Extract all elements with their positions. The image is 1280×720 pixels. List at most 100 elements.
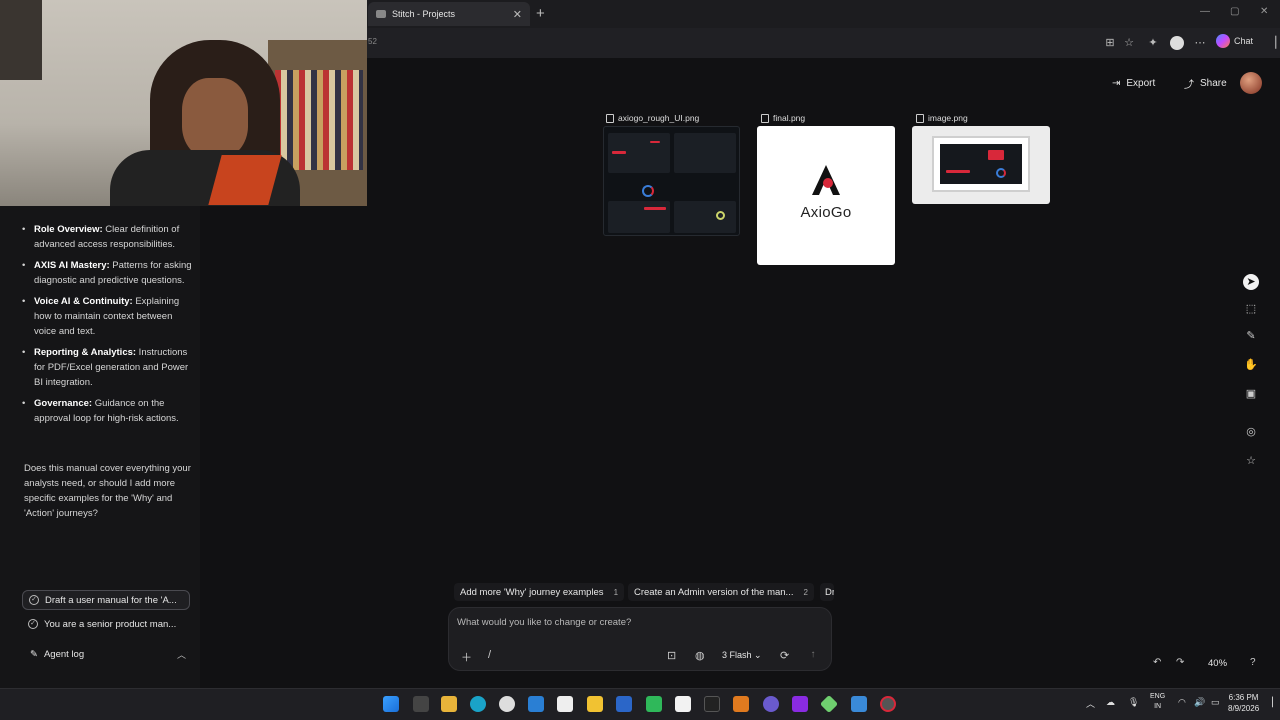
task-item-active[interactable]: ✓ Draft a user manual for the 'A... bbox=[22, 590, 190, 610]
chat-label: Chat bbox=[1234, 36, 1254, 46]
select-tool-icon[interactable]: ➤ bbox=[1243, 274, 1259, 290]
lang-code: ENG bbox=[1150, 693, 1166, 700]
bullet-title: Voice AI & Continuity: bbox=[34, 296, 133, 307]
chevron-up-icon: ︿ bbox=[176, 650, 186, 660]
sidebar-toggle-icon[interactable]: ▕ bbox=[1265, 36, 1279, 50]
wifi-icon[interactable]: ◠ bbox=[1178, 697, 1186, 708]
redo-icon[interactable]: ↷ bbox=[1176, 657, 1184, 668]
image-tool-icon[interactable]: ▣ bbox=[1243, 386, 1259, 402]
suggestion-chip[interactable]: Dr bbox=[820, 583, 834, 601]
mini-accent bbox=[644, 207, 666, 210]
zoom-level[interactable]: 40% bbox=[1208, 658, 1227, 669]
system-clock[interactable]: 6:36 PM 8/9/2026 bbox=[1228, 692, 1259, 714]
battery-icon[interactable]: ▭ bbox=[1211, 697, 1220, 708]
mini-panel bbox=[674, 133, 736, 173]
share-button[interactable]: ⤴ Share bbox=[1174, 72, 1237, 94]
closing-question: Does this manual cover everything your a… bbox=[24, 463, 191, 519]
undo-icon[interactable]: ↶ bbox=[1153, 657, 1161, 668]
task-item[interactable]: ✓ You are a senior product man... bbox=[22, 614, 190, 634]
tradingview-icon[interactable] bbox=[704, 696, 720, 712]
window-close-icon[interactable]: ✕ bbox=[1260, 6, 1268, 17]
app-orange-icon[interactable] bbox=[733, 696, 749, 712]
export-label: Export bbox=[1126, 77, 1156, 89]
power-bi-icon[interactable] bbox=[587, 696, 603, 712]
chrome-icon[interactable] bbox=[880, 696, 896, 712]
minimize-icon[interactable]: — bbox=[1200, 6, 1210, 17]
whatsapp-icon[interactable] bbox=[646, 696, 662, 712]
share-icon: ⤴ bbox=[1184, 79, 1194, 91]
tab-title: Stitch - Projects bbox=[392, 9, 456, 19]
tab-close-icon[interactable]: ✕ bbox=[513, 8, 522, 21]
screen: Stitch - Projects ✕ + — ▢ ✕ 52 ⊞ ☆ ✦ ⋯ C… bbox=[0, 0, 1280, 720]
suggestion-label: Dr bbox=[825, 586, 834, 598]
profile-icon[interactable] bbox=[1170, 36, 1184, 50]
file-label: axiogo_rough_UI.png bbox=[606, 113, 699, 123]
copilot-chat-button[interactable]: Chat bbox=[1216, 34, 1253, 48]
axiogo-logo-text: AxioGo bbox=[800, 204, 852, 221]
pencil-tool-icon[interactable]: ✎ bbox=[1243, 328, 1259, 344]
github-icon[interactable] bbox=[763, 696, 779, 712]
puzzle-icon[interactable]: ✦ bbox=[1146, 36, 1160, 50]
add-attachment-icon[interactable]: ＋ bbox=[461, 649, 472, 665]
task-view-icon[interactable] bbox=[413, 696, 429, 712]
model-label: 3 Flash bbox=[722, 650, 752, 660]
language-indicator[interactable]: ENG IN bbox=[1150, 692, 1165, 712]
app-blue-icon[interactable] bbox=[616, 696, 632, 712]
clock-time: 6:36 PM bbox=[1228, 693, 1259, 702]
agent-log-toggle[interactable]: ✎ Agent log ︿ bbox=[30, 648, 186, 661]
user-avatar[interactable] bbox=[1240, 72, 1262, 94]
layout-icon[interactable]: ⊡ bbox=[667, 649, 676, 662]
bullet-item: Reporting & Analytics: Instructions for … bbox=[20, 345, 192, 390]
tray-mic-icon[interactable]: 🎙 bbox=[1128, 697, 1139, 708]
send-button[interactable]: ↑ bbox=[806, 648, 820, 662]
frame-tool-icon[interactable]: ⬚ bbox=[1243, 301, 1259, 317]
palette-tool-icon[interactable]: ◎ bbox=[1243, 424, 1259, 440]
tray-onedrive-icon[interactable]: ☁ bbox=[1106, 697, 1115, 708]
address-bar-fragment[interactable]: 52 bbox=[368, 37, 377, 46]
mini-donut bbox=[716, 211, 725, 220]
palette-icon[interactable]: ◍ bbox=[695, 649, 705, 662]
new-tab-button[interactable]: + bbox=[536, 5, 545, 22]
volume-icon[interactable]: 🔊 bbox=[1194, 697, 1205, 708]
agent-log-label: Agent log bbox=[43, 649, 85, 660]
maximize-icon[interactable]: ▢ bbox=[1230, 6, 1239, 17]
canvas-image-final[interactable]: AxioGo bbox=[757, 126, 895, 265]
start-icon[interactable] bbox=[383, 696, 399, 712]
check-circle-icon: ✓ bbox=[29, 595, 39, 605]
star-tool-icon[interactable]: ☆ bbox=[1243, 453, 1259, 469]
app-purple-icon[interactable] bbox=[792, 696, 808, 712]
more-menu-icon[interactable]: ⋯ bbox=[1193, 36, 1207, 50]
bullet-item: Voice AI & Continuity: Explaining how to… bbox=[20, 294, 192, 339]
suggestion-chip[interactable]: Create an Admin version of the man... 2 bbox=[628, 583, 814, 601]
app-a-icon[interactable] bbox=[557, 696, 573, 712]
file-explorer-icon[interactable] bbox=[441, 696, 457, 712]
notifications-icon[interactable]: ▕ bbox=[1266, 697, 1273, 708]
bookmark-star-icon[interactable]: ☆ bbox=[1122, 36, 1136, 50]
hand-tool-icon[interactable]: ✋ bbox=[1243, 357, 1259, 373]
tray-chevron-icon[interactable]: ︿ bbox=[1086, 697, 1095, 710]
bullet-item: AXIS AI Mastery: Patterns for asking dia… bbox=[20, 258, 192, 288]
file-name: axiogo_rough_UI.png bbox=[618, 113, 700, 123]
extensions-icon[interactable]: ⊞ bbox=[1103, 36, 1117, 50]
notepad-icon[interactable] bbox=[851, 696, 867, 712]
axiogo-logo-mark bbox=[812, 165, 840, 195]
suggestion-count: 1 bbox=[613, 587, 619, 597]
edge-icon[interactable] bbox=[470, 696, 486, 712]
agent-icon: ✎ bbox=[30, 649, 38, 660]
prompt-input[interactable]: What would you like to change or create? bbox=[457, 617, 631, 628]
mini-panel bbox=[674, 201, 736, 233]
notion-icon[interactable] bbox=[675, 696, 691, 712]
chatgpt-icon[interactable] bbox=[499, 696, 515, 712]
tab-favicon-icon bbox=[376, 10, 386, 18]
lang-region: IN bbox=[1154, 703, 1162, 710]
suggestion-chip[interactable]: Add more 'Why' journey examples 1 bbox=[454, 583, 625, 601]
canvas-image-photo[interactable] bbox=[912, 126, 1050, 204]
vscode-icon[interactable] bbox=[528, 696, 544, 712]
slash-command-button[interactable]: / bbox=[488, 649, 491, 661]
help-icon[interactable]: ? bbox=[1250, 657, 1256, 668]
browser-tab[interactable]: Stitch - Projects ✕ bbox=[368, 2, 530, 26]
canvas-image-rough-ui[interactable] bbox=[603, 126, 740, 236]
export-button[interactable]: ⇥ Export bbox=[1102, 72, 1165, 94]
refresh-icon[interactable]: ⟳ bbox=[780, 649, 789, 662]
model-selector[interactable]: 3 Flash ⌄ bbox=[722, 650, 762, 661]
